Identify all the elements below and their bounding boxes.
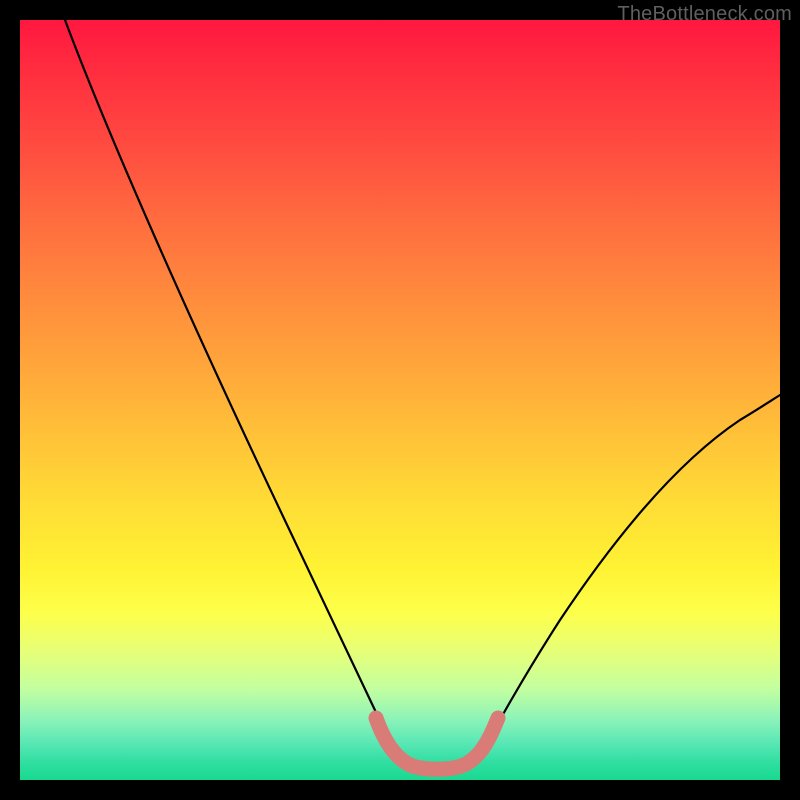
bottleneck-curve-left — [65, 20, 400, 760]
bottleneck-curve-right — [478, 395, 780, 760]
optimal-zone-marker — [376, 718, 498, 769]
chart-plot-area — [20, 20, 780, 780]
chart-svg — [20, 20, 780, 780]
chart-frame: TheBottleneck.com — [0, 0, 800, 800]
